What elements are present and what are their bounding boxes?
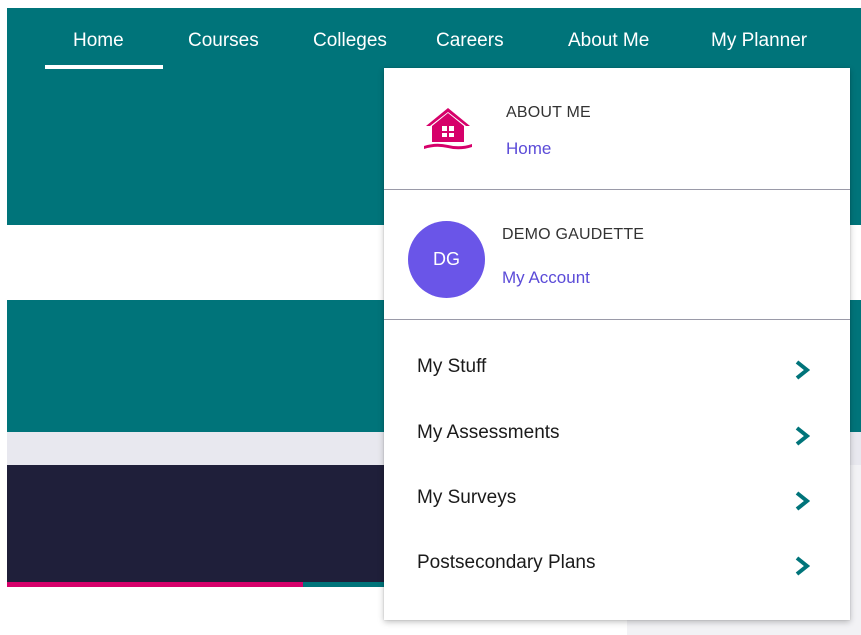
- avatar: DG: [408, 221, 485, 298]
- chevron-right-icon: [795, 556, 810, 576]
- nav-colleges[interactable]: Colleges: [313, 28, 387, 54]
- menu-item-my-surveys[interactable]: My Surveys: [384, 471, 850, 531]
- chevron-right-icon: [795, 360, 810, 380]
- menu-item-postsecondary-plans[interactable]: Postsecondary Plans: [384, 536, 850, 596]
- menu-item-label: My Assessments: [417, 422, 560, 443]
- menu-item-label: My Stuff: [417, 356, 487, 377]
- nav-home[interactable]: Home: [73, 28, 124, 54]
- menu-item-my-stuff[interactable]: My Stuff: [384, 340, 850, 400]
- nav-my-planner[interactable]: My Planner: [711, 28, 807, 54]
- pink-accent-bar: [7, 582, 303, 587]
- divider: [384, 189, 850, 190]
- divider: [384, 319, 850, 320]
- dropdown-section-header: ABOUT ME Home: [384, 68, 850, 189]
- section-label: ABOUT ME: [506, 104, 591, 121]
- about-me-dropdown: ABOUT ME Home DG DEMO GAUDETTE My Accoun…: [384, 68, 850, 620]
- section-home-link[interactable]: Home: [506, 139, 551, 159]
- top-navigation: Home Courses Colleges Careers About Me M…: [7, 8, 861, 70]
- chevron-right-icon: [795, 491, 810, 511]
- nav-about-me[interactable]: About Me: [568, 28, 649, 54]
- nav-careers[interactable]: Careers: [436, 28, 504, 54]
- nav-active-indicator: [45, 65, 163, 69]
- account-name: DEMO GAUDETTE: [502, 226, 645, 243]
- my-account-link[interactable]: My Account: [502, 268, 590, 288]
- nav-courses[interactable]: Courses: [188, 28, 259, 54]
- menu-item-label: Postsecondary Plans: [417, 552, 596, 573]
- menu-item-my-assessments[interactable]: My Assessments: [384, 406, 850, 466]
- house-icon: [424, 108, 472, 150]
- menu-item-label: My Surveys: [417, 487, 517, 508]
- chevron-right-icon: [795, 426, 810, 446]
